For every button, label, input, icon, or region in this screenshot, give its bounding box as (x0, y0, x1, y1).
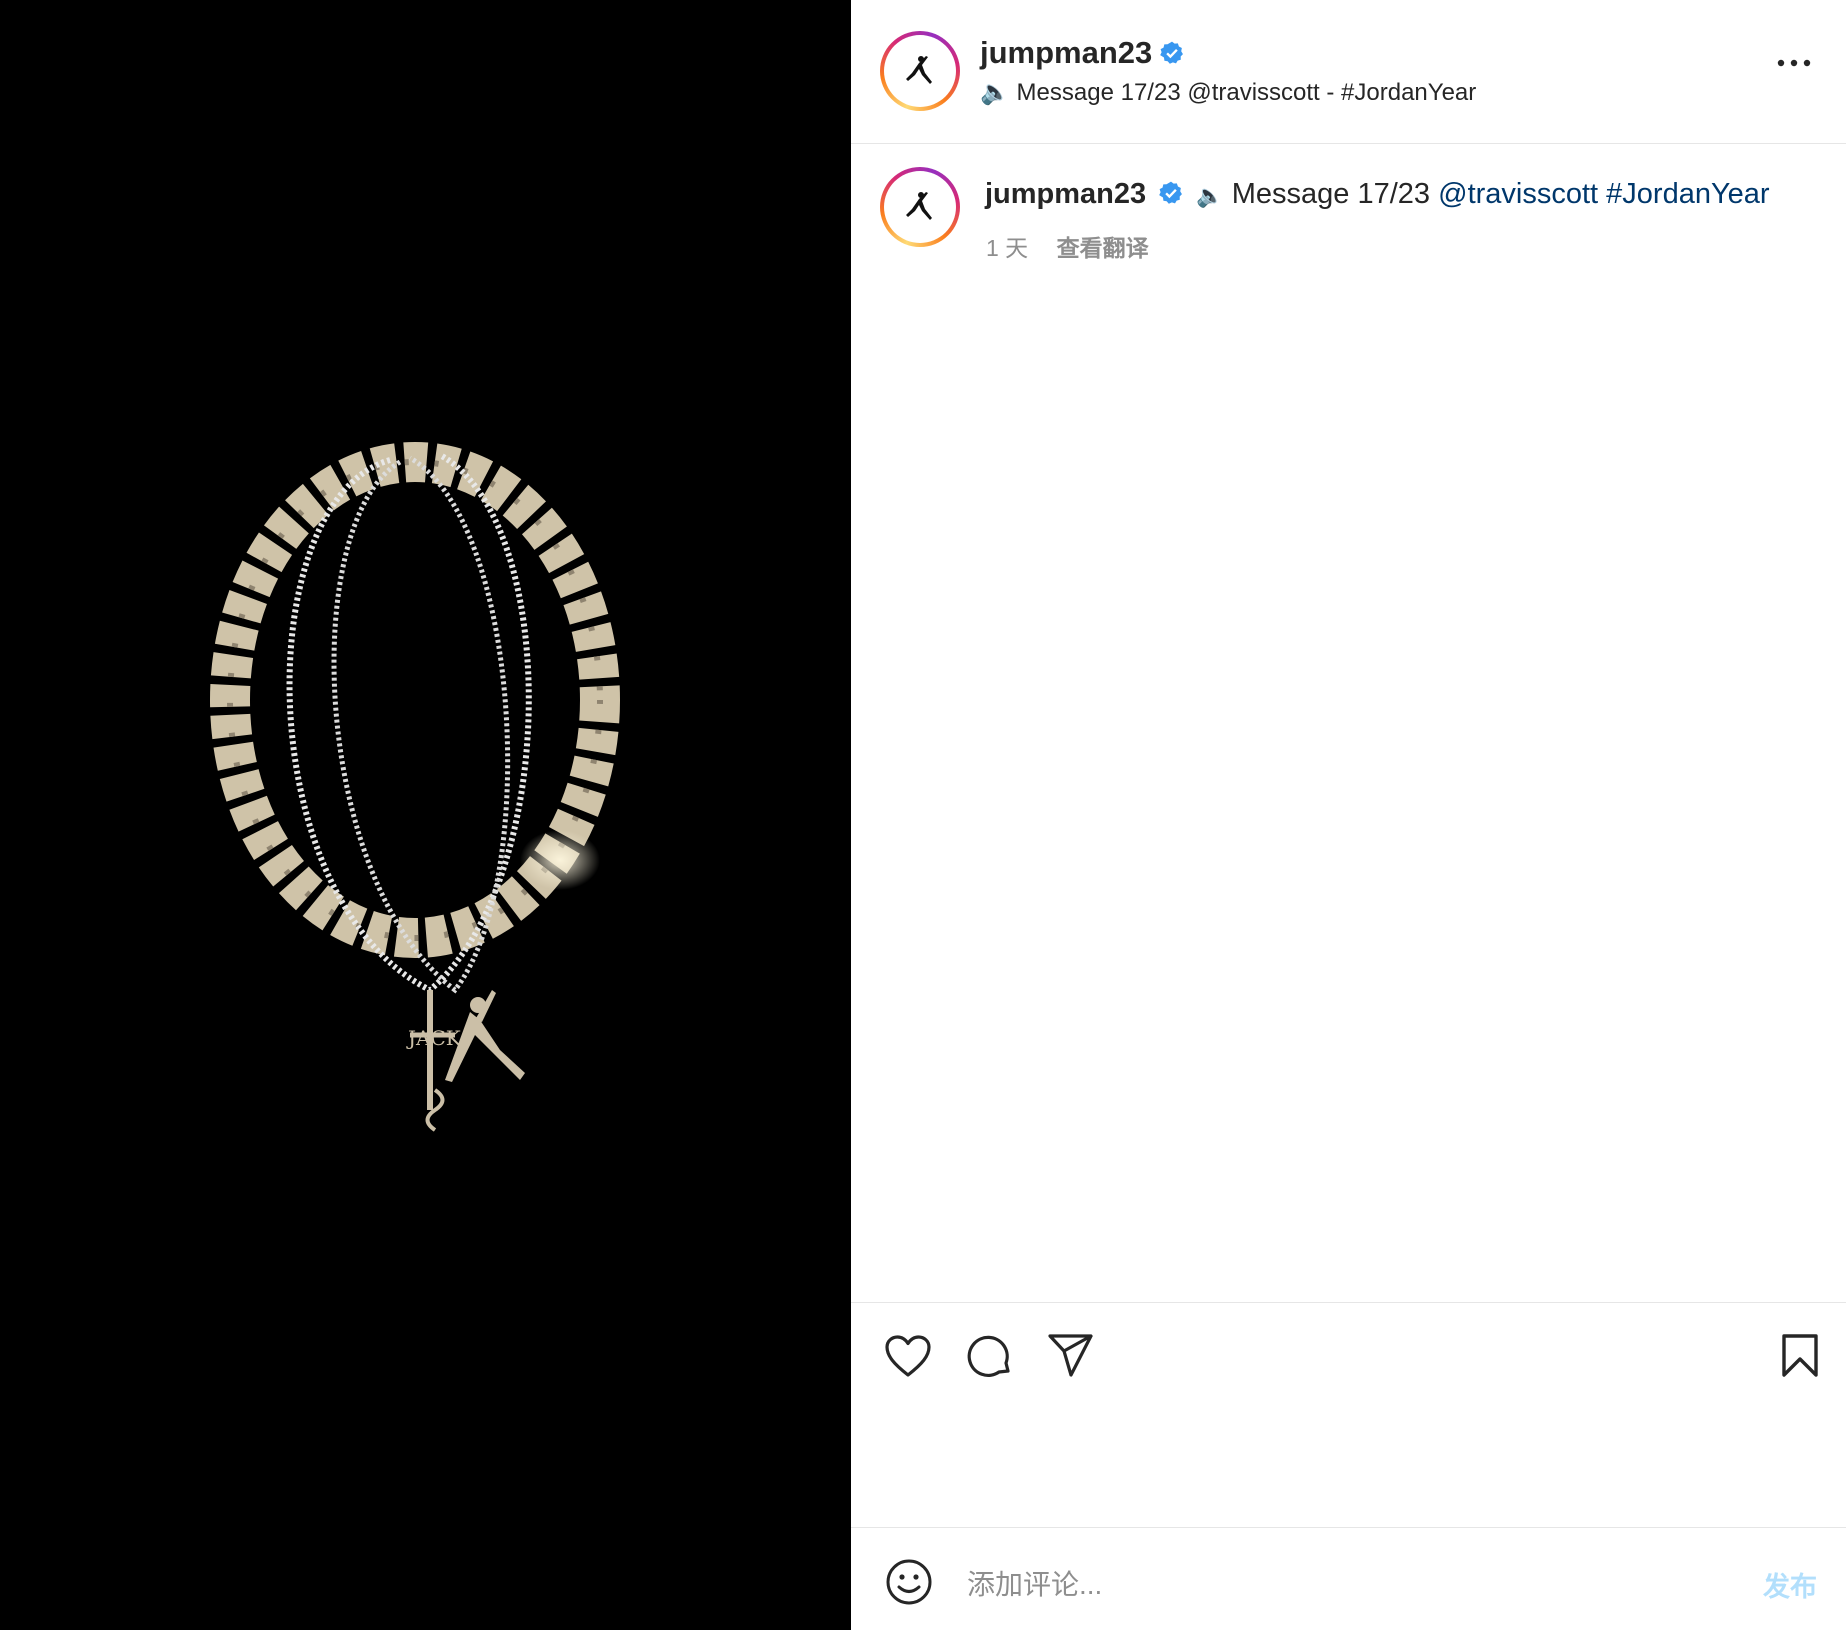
caption-username[interactable]: jumpman23 (985, 178, 1146, 210)
caption-body: Message 17/23 (1231, 178, 1431, 210)
emoji-picker-button[interactable] (885, 1558, 933, 1611)
jumpman-logo-icon (888, 175, 952, 239)
post-media[interactable]: JACK (0, 0, 851, 1630)
verified-badge-icon (1159, 40, 1185, 71)
comment-divider (851, 1527, 1846, 1528)
header-subtitle[interactable]: 🔈 Message 17/23 @travisscott - #JordanYe… (980, 78, 1476, 107)
svg-text:JACK: JACK (406, 1026, 462, 1050)
comment-button[interactable] (966, 1333, 1014, 1386)
actions-divider-top (851, 1302, 1846, 1303)
caption-avatar[interactable] (880, 167, 960, 247)
avatar[interactable] (880, 31, 960, 111)
save-button[interactable] (1780, 1333, 1820, 1384)
post-comment-button[interactable]: 发布 (1763, 1565, 1817, 1604)
speaker-emoji: 🔈 (1196, 183, 1224, 208)
more-options-icon[interactable] (1776, 56, 1812, 70)
send-icon (1048, 1334, 1093, 1377)
verified-badge-icon (1158, 180, 1184, 214)
time-ago[interactable]: 1 天 (986, 235, 1028, 261)
post-detail-panel: jumpman23 🔈 Message 17/23 @travisscott -… (851, 0, 1846, 1630)
heart-icon (885, 1335, 931, 1377)
necklace-image: JACK (210, 442, 620, 1132)
caption-text: jumpman23 🔈 Message 17/23 @travisscott #… (985, 178, 1770, 214)
post-header: jumpman23 🔈 Message 17/23 @travisscott -… (851, 0, 1846, 144)
like-button[interactable] (884, 1334, 932, 1383)
hashtag-link[interactable]: #JordanYear (1606, 178, 1769, 210)
header-username[interactable]: jumpman23 (980, 35, 1152, 71)
smiley-icon (886, 1559, 932, 1605)
comment-icon (967, 1335, 1010, 1377)
comment-input[interactable] (965, 1564, 1669, 1606)
share-button[interactable] (1047, 1333, 1095, 1384)
bookmark-icon (1782, 1334, 1818, 1377)
mention-link[interactable]: @travisscott (1438, 178, 1598, 210)
see-translation-button[interactable]: 查看翻译 (1057, 235, 1149, 261)
caption-meta: 1 天 查看翻译 (986, 229, 1149, 263)
jumpman-logo-icon (888, 39, 952, 103)
